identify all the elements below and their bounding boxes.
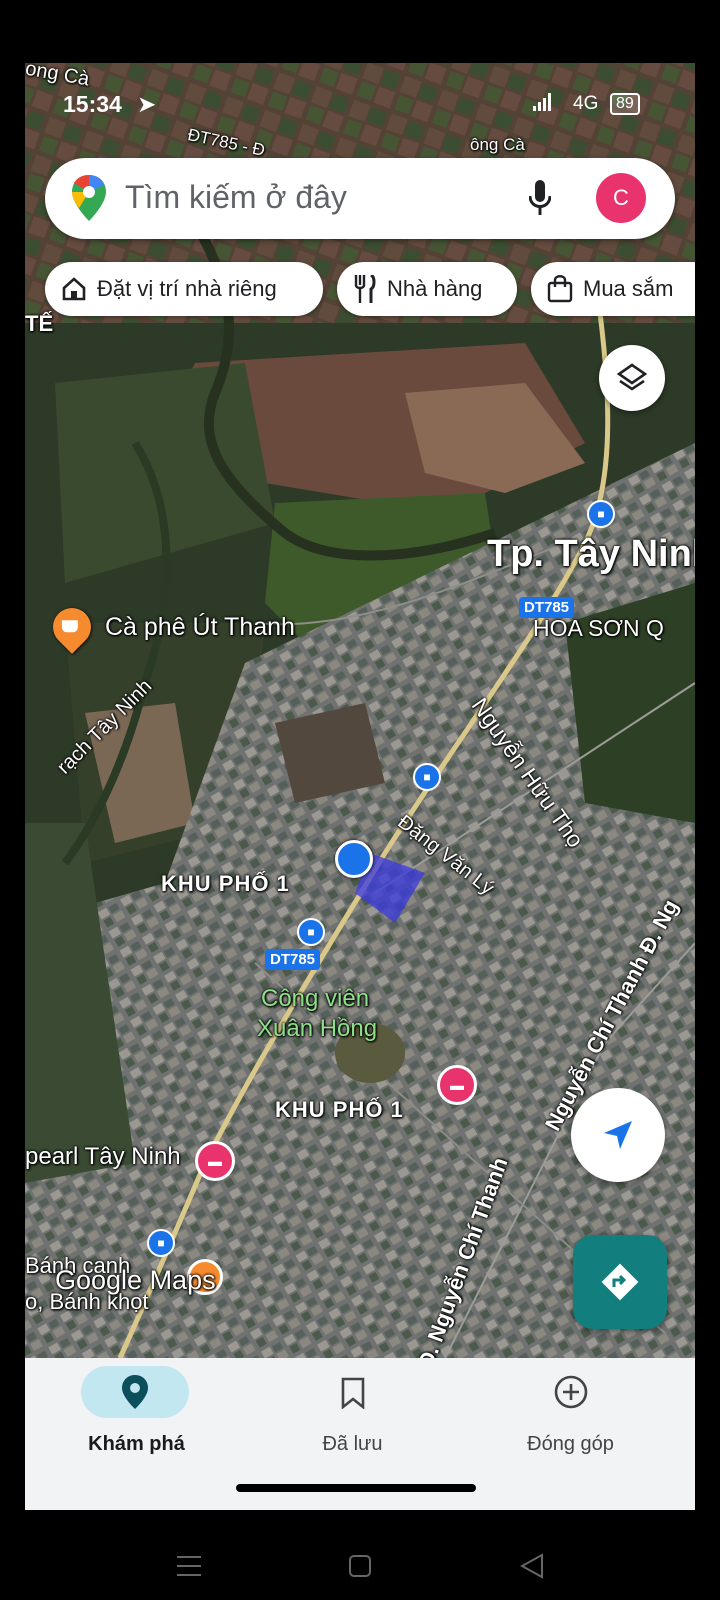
google-maps-watermark: Google Maps xyxy=(55,1265,216,1295)
layers-button[interactable] xyxy=(599,345,665,411)
status-bar: 15:34 ➤ 4G 89 xyxy=(25,63,695,133)
chip-restaurants[interactable]: Nhà hàng xyxy=(337,262,517,316)
map-label-city: Tp. Tây Ninh xyxy=(487,533,695,575)
bookmark-icon xyxy=(341,1377,365,1409)
tab-contribute[interactable]: Đóng góp xyxy=(459,1358,682,1508)
tab-label: Đã lưu xyxy=(322,1433,383,1455)
map-label-pearl-tay-ninh[interactable]: pearl Tây Ninh xyxy=(25,1143,181,1171)
bus-stop-icon[interactable]: ■ xyxy=(413,763,441,791)
bus-stop-icon[interactable]: ■ xyxy=(147,1229,175,1257)
hotel-marker-icon[interactable]: ▬ xyxy=(195,1141,235,1181)
map-label-cafe-ut-thanh[interactable]: Cà phê Út Thanh xyxy=(105,613,295,642)
explore-pin-icon xyxy=(122,1375,148,1409)
directions-icon xyxy=(601,1263,639,1301)
account-avatar[interactable]: C xyxy=(596,173,646,223)
navigation-arrow-icon xyxy=(604,1121,632,1149)
add-circle-icon xyxy=(554,1375,588,1409)
chip-shopping[interactable]: Mua sắm xyxy=(531,262,695,316)
home-icon xyxy=(61,276,87,302)
current-location-dot xyxy=(335,840,373,878)
phone-screen: 15:34 ➤ 4G 89 ong Cà ĐT785 - Đ ông Cà TẾ… xyxy=(25,63,695,1510)
chip-label: Mua sắm xyxy=(583,276,674,301)
system-navigation-bar xyxy=(0,1510,720,1600)
signal-icon xyxy=(533,93,551,111)
location-arrow-icon: ➤ xyxy=(137,91,157,117)
map-label-ong-ca-right: ông Cà xyxy=(470,135,525,154)
layers-icon xyxy=(616,363,648,391)
my-location-button[interactable] xyxy=(571,1088,665,1182)
tab-label: Khám phá xyxy=(88,1433,185,1455)
chip-label: Nhà hàng xyxy=(387,276,483,301)
map-label-khu-pho-1-b: KHU PHỐ 1 xyxy=(275,1097,404,1122)
google-maps-pin-icon xyxy=(72,175,106,221)
map-label-hoa-son: HOA SƠN Q xyxy=(533,615,664,641)
map-label-park-2[interactable]: Xuân Hồng xyxy=(257,1015,377,1043)
shopping-bag-icon xyxy=(547,275,573,303)
home-square-icon[interactable] xyxy=(348,1554,372,1578)
search-bar[interactable]: Tìm kiếm ở đây C xyxy=(45,158,675,239)
restaurant-icon xyxy=(353,275,377,303)
home-indicator[interactable] xyxy=(236,1484,476,1492)
map-label-khu-pho-1: KHU PHỐ 1 xyxy=(161,871,290,896)
bus-stop-icon[interactable]: ■ xyxy=(297,918,325,946)
hotel-marker-icon[interactable]: ▬ xyxy=(437,1065,477,1105)
chip-set-home[interactable]: Đặt vị trí nhà riêng xyxy=(45,262,323,316)
map-label-te: TẾ xyxy=(25,311,54,336)
route-badge-dt785: DT785 xyxy=(265,949,321,970)
map-label-park[interactable]: Công viên xyxy=(261,985,369,1013)
tab-label: Đóng góp xyxy=(527,1433,614,1455)
chip-label: Đặt vị trí nhà riêng xyxy=(97,276,277,301)
battery-indicator: 89 xyxy=(610,93,640,115)
back-triangle-icon[interactable] xyxy=(520,1553,544,1579)
directions-button[interactable] xyxy=(573,1235,667,1329)
menu-icon[interactable] xyxy=(176,1554,202,1578)
search-input[interactable]: Tìm kiếm ở đây xyxy=(125,179,347,216)
microphone-icon[interactable] xyxy=(529,180,551,216)
bus-stop-icon[interactable]: ■ xyxy=(587,500,615,528)
tab-explore[interactable]: Khám phá xyxy=(25,1358,248,1508)
network-type: 4G xyxy=(573,93,599,114)
status-time: 15:34 xyxy=(63,91,122,117)
bottom-navigation: Khám phá Đã lưu Đóng góp xyxy=(25,1358,695,1510)
